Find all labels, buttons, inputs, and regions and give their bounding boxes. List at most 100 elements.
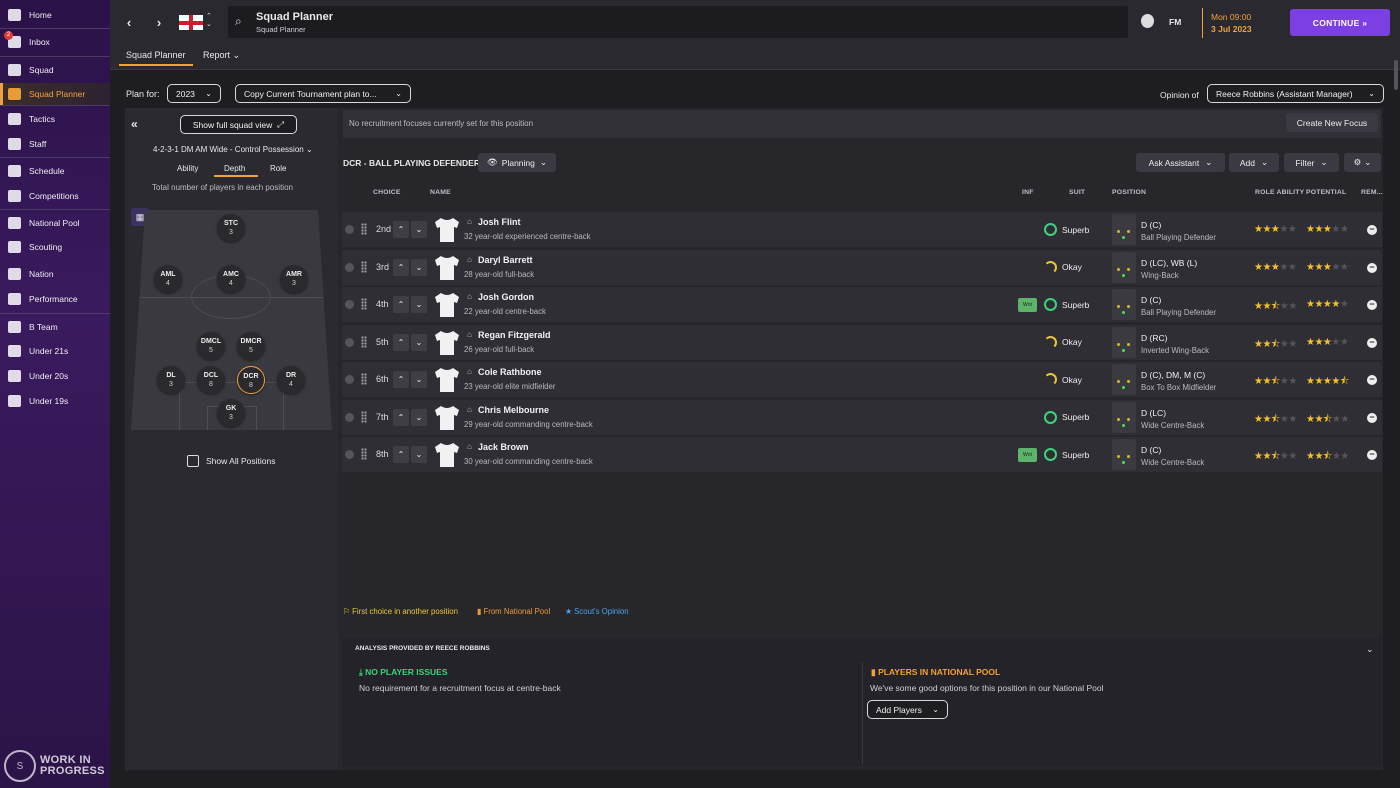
col-inf[interactable]: INF (1022, 189, 1034, 196)
pitch-position-dl[interactable]: DL 3 (157, 366, 185, 394)
tab-depth[interactable]: Depth (224, 164, 245, 173)
pitch-position-aml[interactable]: AML 4 (154, 265, 182, 293)
row-select-icon[interactable] (345, 375, 354, 384)
search-icon[interactable]: ⌕ (235, 14, 242, 29)
sidebar-item-competitions[interactable]: Competitions (0, 185, 110, 207)
drag-handle-icon[interactable] (361, 448, 367, 460)
tab-role[interactable]: Role (270, 164, 286, 173)
player-name[interactable]: Josh Flint (478, 217, 521, 227)
sidebar-item-nation[interactable]: Nation (0, 263, 110, 285)
pitch-position-dcr[interactable]: DCR 8 (237, 366, 265, 394)
forward-icon[interactable]: › (152, 14, 166, 30)
player-row[interactable]: 7th ⌃ ⌄ ⌂ Chris Melbourne 29 year-old command… (342, 399, 1382, 435)
remove-button[interactable]: − (1367, 375, 1377, 385)
row-select-icon[interactable] (345, 412, 354, 422)
player-row[interactable]: 6th ⌃ ⌄ ⌂ Cole Rathbone 23 year-old elite mid… (342, 362, 1382, 397)
col-potential[interactable]: POTENTIAL (1306, 189, 1346, 196)
move-up-button[interactable]: ⌃ (393, 408, 409, 426)
year-select[interactable]: 2023 ⌄ (167, 84, 221, 103)
opinion-select[interactable]: Reece Robbins (Assistant Manager) ⌄ (1207, 84, 1384, 103)
row-select-icon[interactable] (345, 450, 354, 459)
filter-button[interactable]: Filter ⌄ (1284, 153, 1339, 172)
player-row[interactable]: 4th ⌃ ⌄ ⌂ Josh Gordon 22 year-old centre-back… (342, 287, 1382, 322)
sidebar-item-performance[interactable]: Performance (0, 288, 110, 310)
drag-handle-icon[interactable] (361, 260, 367, 273)
sidebar-item-under-21s[interactable]: Under 21s (0, 340, 110, 362)
move-down-button[interactable]: ⌄ (411, 333, 427, 351)
player-row[interactable]: 8th ⌃ ⌄ ⌂ Jack Brown 30 year-old commanding c… (342, 437, 1382, 472)
show-all-checkbox[interactable] (187, 455, 199, 467)
remove-button[interactable]: − (1367, 337, 1377, 348)
sidebar-item-national-pool[interactable]: National Pool (0, 212, 110, 234)
pitch-position-stc[interactable]: STC 3 (217, 214, 245, 242)
nation-switch-icon[interactable]: ⌃ ⌄ (206, 13, 212, 29)
pitch-position-dr[interactable]: DR 4 (277, 366, 305, 394)
player-name[interactable]: Josh Gordon (478, 292, 534, 302)
page-title-bar[interactable] (228, 6, 1128, 38)
tab-squad-planner[interactable]: Squad Planner (126, 50, 186, 60)
add-button[interactable]: Add ⌄ (1229, 153, 1279, 172)
col-role-ability[interactable]: ROLE ABILITY (1255, 189, 1304, 196)
row-select-icon[interactable] (345, 300, 354, 309)
drag-handle-icon[interactable] (361, 335, 367, 348)
row-select-icon[interactable] (345, 262, 354, 272)
remove-button[interactable]: − (1367, 300, 1377, 310)
collapse-chevron-icon[interactable]: ⌄ (1366, 644, 1374, 655)
pitch-position-amc[interactable]: AMC 4 (217, 265, 245, 293)
move-down-button[interactable]: ⌄ (411, 258, 427, 276)
player-name[interactable]: Daryl Barrett (478, 255, 533, 265)
drag-handle-icon[interactable] (361, 298, 367, 310)
club-crest-icon[interactable] (1141, 14, 1154, 28)
col-suit[interactable]: SUIT (1069, 189, 1085, 196)
move-up-button[interactable]: ⌃ (393, 333, 409, 351)
player-name[interactable]: Cole Rathbone (478, 367, 542, 377)
add-players-button[interactable]: Add Players ⌄ (867, 700, 948, 719)
pitch-position-dmcl[interactable]: DMCL 5 (197, 332, 225, 360)
scrollbar[interactable] (1394, 60, 1398, 90)
pitch-position-gk[interactable]: GK 3 (217, 399, 245, 427)
move-down-button[interactable]: ⌄ (411, 371, 427, 388)
move-down-button[interactable]: ⌄ (411, 408, 427, 426)
player-name[interactable]: Regan Fitzgerald (478, 330, 551, 340)
sidebar-item-b-team[interactable]: B Team (0, 316, 110, 338)
player-name[interactable]: Jack Brown (478, 442, 529, 452)
player-row[interactable]: 3rd ⌃ ⌄ ⌂ Daryl Barrett 28 year-old full-back… (342, 249, 1382, 285)
pitch-position-dcl[interactable]: DCL 8 (197, 366, 225, 394)
sidebar-item-squad[interactable]: Squad (0, 59, 110, 81)
settings-button[interactable]: ⚙ ⌄ (1344, 153, 1381, 172)
drag-handle-icon[interactable] (361, 410, 367, 423)
row-select-icon[interactable] (345, 337, 354, 347)
col-name[interactable]: NAME (430, 189, 451, 196)
move-down-button[interactable]: ⌄ (411, 296, 427, 313)
player-row[interactable]: 5th ⌃ ⌄ ⌂ Regan Fitzgerald 26 year-old full-b… (342, 324, 1382, 360)
england-flag-icon[interactable] (179, 15, 203, 30)
sidebar-item-under-20s[interactable]: Under 20s (0, 365, 110, 387)
move-up-button[interactable]: ⌃ (393, 371, 409, 388)
planning-button[interactable]: 👁 Planning ⌄ (478, 153, 556, 172)
move-down-button[interactable]: ⌄ (411, 221, 427, 238)
collapse-icon[interactable]: « (131, 117, 138, 131)
col-remove[interactable]: REM... (1361, 189, 1383, 196)
ask-assistant-button[interactable]: Ask Assistant ⌄ (1136, 153, 1225, 172)
move-up-button[interactable]: ⌃ (393, 258, 409, 276)
pitch-position-amr[interactable]: AMR 3 (280, 265, 308, 293)
drag-handle-icon[interactable] (361, 373, 367, 385)
player-name[interactable]: Chris Melbourne (478, 405, 549, 415)
show-full-squad-button[interactable]: Show full squad view ⤢ (180, 115, 297, 134)
remove-button[interactable]: − (1367, 262, 1377, 273)
remove-button[interactable]: − (1367, 225, 1377, 235)
move-up-button[interactable]: ⌃ (393, 446, 409, 463)
formation-select[interactable]: 4-2-3-1 DM AM Wide - Control Possession … (153, 145, 313, 154)
fm-logo[interactable]: FM (1169, 17, 1181, 27)
sidebar-item-under-19s[interactable]: Under 19s (0, 390, 110, 412)
sidebar-item-home[interactable]: Home (0, 4, 110, 26)
sidebar-item-scouting[interactable]: Scouting (0, 236, 110, 258)
remove-button[interactable]: − (1367, 450, 1377, 460)
remove-button[interactable]: − (1367, 412, 1377, 423)
continue-button[interactable]: CONTINUE » (1290, 9, 1390, 36)
sidebar-item-staff[interactable]: Staff (0, 133, 110, 155)
create-focus-button[interactable]: Create New Focus (1286, 113, 1378, 132)
sidebar-item-inbox[interactable]: Inbox (0, 31, 110, 53)
move-down-button[interactable]: ⌄ (411, 446, 427, 463)
move-up-button[interactable]: ⌃ (393, 296, 409, 313)
